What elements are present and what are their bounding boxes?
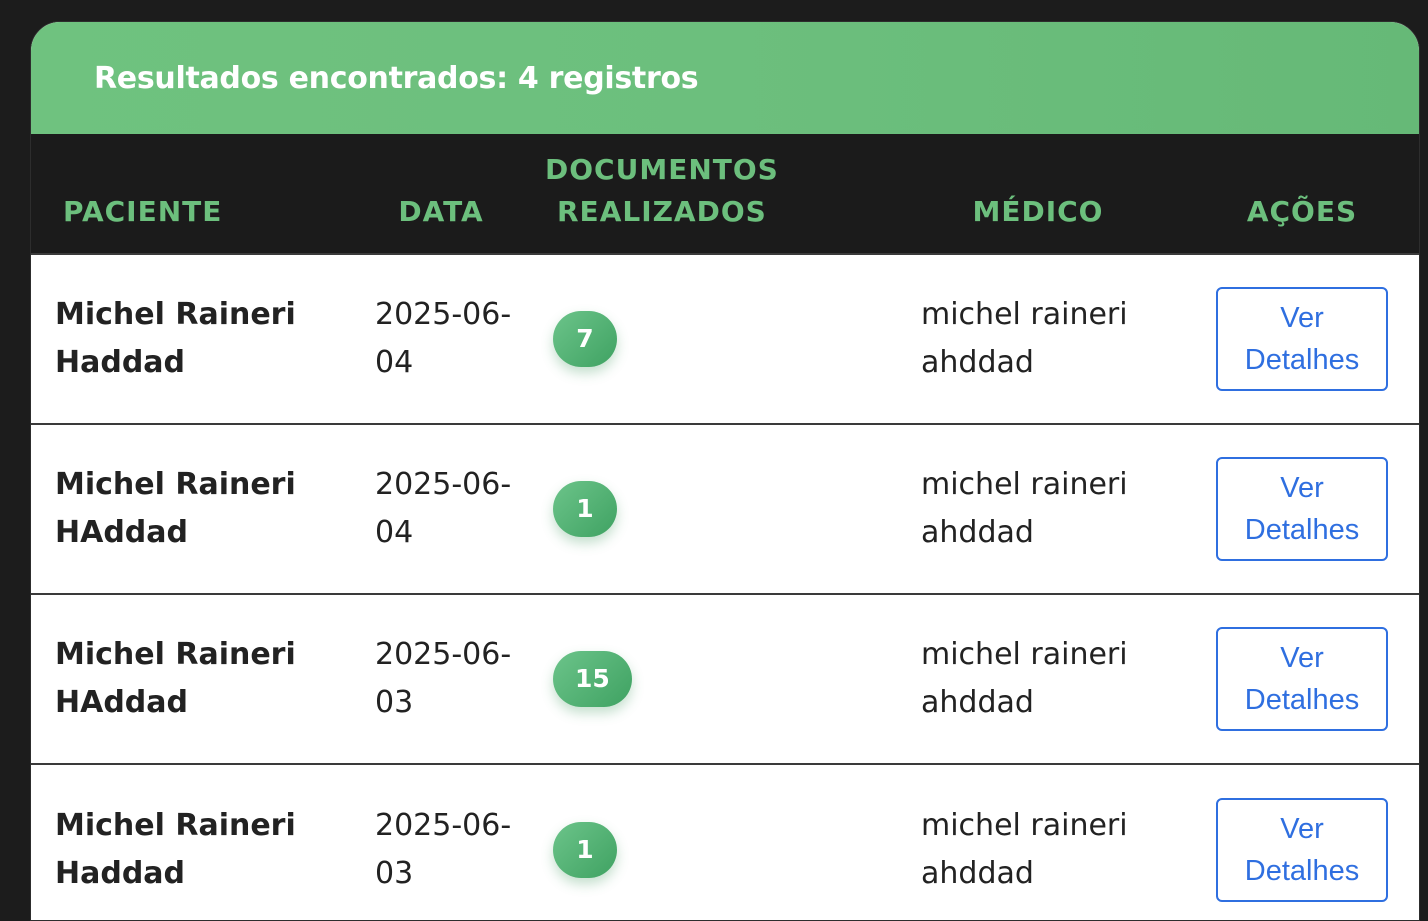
cell-acoes: Ver Detalhes [1183,764,1419,920]
medico-name-line1: michel raineri [921,467,1128,502]
table-header-row: PACIENTE DATA DOCUMENTOS REALIZADOS MÉDI… [31,134,1419,254]
paciente-name-line1: Michel Raineri [55,637,296,672]
results-table: PACIENTE DATA DOCUMENTOS REALIZADOS MÉDI… [31,134,1419,920]
paciente-name-line2: Haddad [55,855,186,891]
documents-count-badge: 1 [553,481,617,537]
date-line1: 2025-06- [375,297,512,332]
view-details-button[interactable]: Ver Detalhes [1216,797,1388,902]
paciente-name-line1: Michel Raineri [55,467,296,502]
table-row: Michel Raineri Haddad 2025-06- 04 7 mich… [31,254,1419,424]
medico-name-line1: michel raineri [921,297,1128,332]
medico-name-line2: ahddad [921,685,1034,720]
cell-data: 2025-06- 04 [355,254,527,424]
view-details-label-line1: Ver [1280,642,1324,674]
cell-documentos: 1 [527,764,893,920]
view-details-button[interactable]: Ver Detalhes [1216,287,1388,391]
cell-paciente: Michel Raineri HAddad [31,424,355,594]
view-details-label-line1: Ver [1280,472,1324,504]
results-header: Resultados encontrados: 4 registros [31,22,1419,134]
results-card: Resultados encontrados: 4 registros PACI… [30,21,1420,921]
date-line1: 2025-06- [375,467,512,502]
paciente-name-line2: HAddad [55,685,188,720]
view-details-label-line2: Detalhes [1244,344,1360,376]
cell-paciente: Michel Raineri Haddad [31,764,355,920]
table-row: Michel Raineri HAddad 2025-06- 04 1 mich… [31,424,1419,594]
view-details-button[interactable]: Ver Detalhes [1216,627,1388,731]
cell-paciente: Michel Raineri Haddad [31,254,355,424]
cell-documentos: 7 [527,254,893,424]
view-details-label-line2: Detalhes [1244,854,1360,887]
date-line2: 04 [375,515,414,550]
cell-medico: michel raineri ahddad [893,764,1183,920]
medico-name-line2: ahddad [921,855,1034,891]
cell-data: 2025-06- 03 [355,594,527,764]
paciente-name-line1: Michel Raineri [55,297,296,332]
view-details-label-line2: Detalhes [1244,514,1360,546]
date-line2: 04 [375,345,414,380]
cell-documentos: 15 [527,594,893,764]
cell-data: 2025-06- 03 [355,764,527,920]
date-line2: 03 [375,855,414,891]
medico-name-line1: michel raineri [921,637,1128,672]
table-row: Michel Raineri Haddad 2025-06- 03 1 mich… [31,764,1419,920]
paciente-name-line2: Haddad [55,345,186,380]
date-line1: 2025-06- [375,637,512,672]
results-count-title: Resultados encontrados: 4 registros [94,60,699,96]
documents-count-badge: 1 [553,821,617,878]
header-data[interactable]: DATA [355,134,527,254]
cell-medico: michel raineri ahddad [893,594,1183,764]
cell-medico: michel raineri ahddad [893,424,1183,594]
medico-name-line2: ahddad [921,515,1034,550]
header-paciente[interactable]: PACIENTE [31,134,355,254]
header-medico[interactable]: MÉDICO [893,134,1183,254]
date-line2: 03 [375,685,414,720]
documents-count-badge: 7 [553,311,617,367]
cell-paciente: Michel Raineri HAddad [31,594,355,764]
date-line1: 2025-06- [375,807,512,843]
header-acoes: AÇÕES [1246,195,1358,228]
documents-count-badge: 15 [553,651,632,707]
view-details-label-line1: Ver [1280,302,1324,334]
header-documentos-label: DOCUMENTOS REALIZADOS [545,149,779,233]
cell-acoes: Ver Detalhes [1183,254,1419,424]
medico-name-line2: ahddad [921,345,1034,380]
view-details-button[interactable]: Ver Detalhes [1216,457,1388,561]
cell-acoes: Ver Detalhes [1183,594,1419,764]
cell-documentos: 1 [527,424,893,594]
table-row: Michel Raineri HAddad 2025-06- 03 15 mic… [31,594,1419,764]
header-documentos-line1: DOCUMENTOS [545,153,779,186]
cell-medico: michel raineri ahddad [893,254,1183,424]
table-body: Michel Raineri Haddad 2025-06- 04 7 mich… [31,254,1419,920]
view-details-label-line2: Detalhes [1244,684,1360,716]
view-details-label-line1: Ver [1280,812,1324,845]
cell-data: 2025-06- 04 [355,424,527,594]
header-documentos-line2: REALIZADOS [557,195,767,228]
header-documentos[interactable]: DOCUMENTOS REALIZADOS [527,134,893,254]
paciente-name-line1: Michel Raineri [55,807,296,843]
paciente-name-line2: HAddad [55,515,188,550]
table-header: PACIENTE DATA DOCUMENTOS REALIZADOS MÉDI… [31,134,1419,254]
medico-name-line1: michel raineri [921,807,1128,843]
cell-acoes: Ver Detalhes [1183,424,1419,594]
